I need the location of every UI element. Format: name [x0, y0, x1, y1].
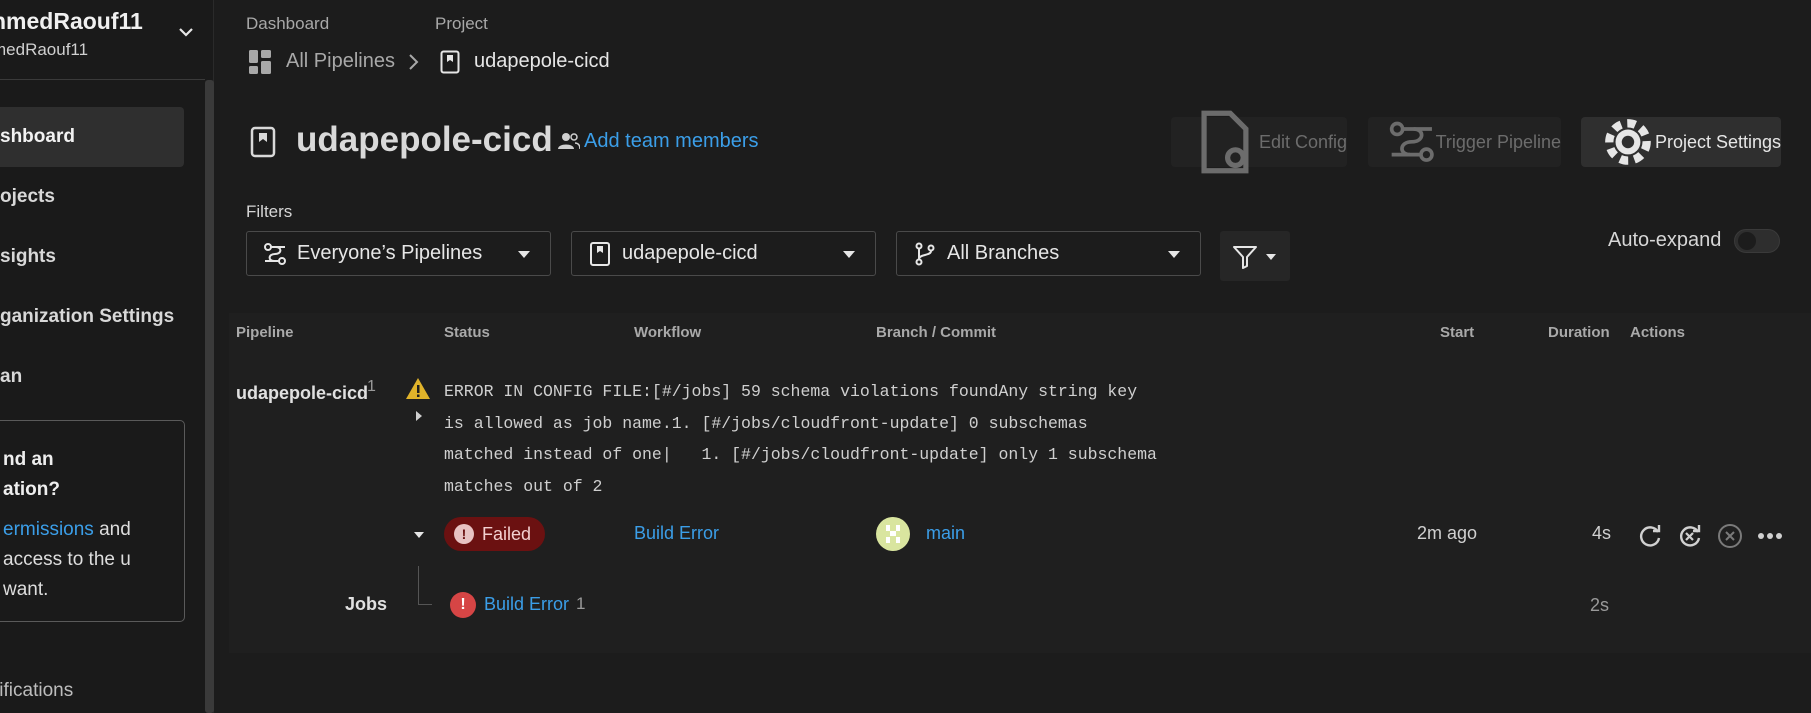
project-icon	[250, 126, 276, 158]
tree-line	[418, 604, 432, 605]
file-gear-icon	[1201, 110, 1249, 174]
team-icon	[558, 133, 580, 150]
breadcrumb-project[interactable]: udapepole-cicd	[474, 50, 610, 73]
permissions-promo-card: nd an ation? ermissions and access to th…	[0, 420, 185, 622]
promo-title: nd an ation?	[3, 449, 60, 500]
pipeline-icon	[1389, 121, 1434, 163]
caret-down-icon	[1168, 251, 1180, 258]
column-header-status: Status	[444, 324, 490, 341]
sidebar-item-notifications[interactable]: tifications	[0, 680, 73, 702]
edit-config-button[interactable]: Edit Config	[1171, 110, 1347, 174]
caret-right-icon[interactable]	[414, 410, 424, 422]
branch-filter-value: All Branches	[947, 242, 1060, 264]
column-header-pipeline: Pipeline	[236, 324, 294, 341]
org-username: medRaouf11	[0, 40, 89, 59]
status-label: Failed	[482, 523, 532, 544]
column-header-start: Start	[1440, 324, 1475, 341]
breadcrumb-project-label: Project	[435, 14, 488, 33]
alert-icon: !	[454, 524, 474, 544]
sidebar-item-plan[interactable]: an	[0, 347, 184, 407]
breadcrumb-all-pipelines[interactable]: All Pipelines	[286, 50, 395, 73]
project-settings-label: Project Settings	[1654, 131, 1781, 152]
status-badge-failed: ! Failed	[444, 517, 545, 551]
sidebar: nmedRaouf11 medRaouf11 shboard ojects si…	[0, 0, 214, 713]
sidebar-item-projects[interactable]: ojects	[0, 167, 184, 227]
caret-down-icon	[1266, 254, 1276, 260]
jobs-label: Jobs	[345, 594, 388, 614]
add-team-members-link[interactable]: Add team members	[584, 130, 759, 153]
permissions-link[interactable]: ermissions	[3, 519, 94, 540]
duration: 4s	[1592, 523, 1612, 543]
job-duration: 2s	[1590, 595, 1610, 615]
branch-link[interactable]: main	[926, 523, 965, 544]
toggle-knob	[1738, 232, 1756, 250]
caret-down-icon[interactable]	[413, 530, 425, 540]
cancel-icon[interactable]	[1717, 523, 1743, 549]
pipelines-filter-value: Everyone’s Pipelines	[297, 242, 483, 264]
avatar	[876, 517, 910, 551]
job-link[interactable]: Build Error	[484, 594, 569, 615]
advanced-filter-button[interactable]	[1220, 231, 1290, 281]
trigger-pipeline-label: Trigger Pipeline	[1435, 131, 1561, 152]
edit-config-label: Edit Config	[1258, 131, 1347, 152]
rerun-icon[interactable]	[1636, 522, 1664, 550]
job-failed-icon: !	[450, 592, 476, 618]
column-header-branch-commit: Branch / Commit	[876, 324, 997, 341]
project-settings-button[interactable]: Project Settings	[1581, 117, 1781, 167]
sidebar-divider	[0, 79, 205, 80]
filters-label: Filters	[246, 202, 293, 221]
pipeline-icon	[264, 242, 286, 265]
workflow-link[interactable]: Build Error	[634, 523, 719, 544]
project-icon	[590, 241, 610, 266]
caret-down-icon	[843, 251, 855, 258]
pipelines-filter-select[interactable]: Everyone’s Pipelines	[246, 231, 551, 276]
pipeline-name[interactable]: udapepole-cicd	[236, 383, 368, 404]
promo-body: ermissions and access to the u want.	[3, 515, 172, 605]
job-number: 1	[576, 594, 586, 613]
more-icon[interactable]	[1757, 532, 1783, 540]
warning-icon	[406, 378, 430, 399]
branch-filter-select[interactable]: All Branches	[896, 231, 1201, 276]
column-header-actions: Actions	[1630, 324, 1686, 341]
chevron-down-icon[interactable]	[176, 22, 196, 42]
caret-down-icon	[518, 251, 530, 258]
branch-icon	[915, 242, 935, 265]
gear-icon	[1605, 119, 1651, 165]
column-header-duration: Duration	[1548, 324, 1610, 341]
sidebar-scrollbar[interactable]	[205, 80, 214, 713]
config-error-message: ERROR IN CONFIG FILE:[#/jobs] 59 schema …	[444, 382, 1157, 496]
auto-expand-label: Auto-expand	[1608, 229, 1722, 251]
sidebar-item-dashboard[interactable]: shboard	[0, 107, 184, 167]
project-icon	[440, 50, 460, 74]
start-time: 2m ago	[1417, 523, 1478, 543]
trigger-pipeline-button[interactable]: Trigger Pipeline	[1368, 117, 1561, 167]
chevron-right-icon	[409, 54, 419, 70]
org-name[interactable]: nmedRaouf11	[0, 8, 143, 35]
column-header-workflow: Workflow	[634, 324, 702, 341]
project-filter-value: udapepole-cicd	[622, 242, 758, 264]
breadcrumb-dashboard-label: Dashboard	[246, 14, 330, 33]
filter-icon	[1233, 246, 1257, 269]
sidebar-item-insights[interactable]: sights	[0, 227, 184, 287]
tree-line	[418, 566, 419, 604]
pipeline-number: 1	[367, 378, 376, 395]
dashboard-icon	[249, 50, 271, 74]
project-filter-select[interactable]: udapepole-cicd	[571, 231, 876, 276]
auto-expand-toggle[interactable]	[1734, 229, 1780, 253]
rerun-failed-icon[interactable]	[1676, 522, 1704, 550]
page-title: udapepole-cicd	[296, 120, 553, 159]
sidebar-item-organization-settings[interactable]: ganization Settings	[0, 287, 184, 347]
